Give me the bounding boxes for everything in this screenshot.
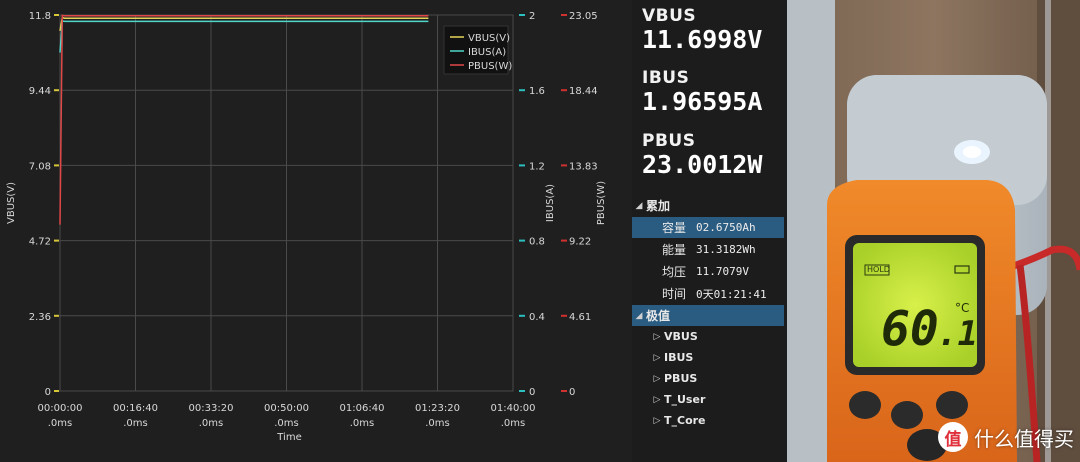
- readout-panel: VBUS 11.6998V IBUS 1.96595A PBUS 23.0012…: [632, 0, 787, 462]
- chart-panel[interactable]: 0 0 0 2.36 0.4 4.61 4.72 0.8 9.22 7.08 1.2 13.83 9.4…: [0, 0, 632, 462]
- vbus-tick-label: 2.36: [29, 312, 51, 323]
- vbus-readout: VBUS 11.6998V: [632, 6, 762, 54]
- expand-triangle-icon[interactable]: ▷: [650, 395, 664, 405]
- pbus-tick-label: 0: [569, 387, 575, 398]
- tree-item-ibus[interactable]: ▷ IBUS: [632, 347, 784, 368]
- x-tick-label: 01:23:20: [415, 403, 460, 414]
- x-tick-label: 01:06:40: [340, 403, 385, 414]
- x-tick-sublabel: .0ms: [48, 418, 73, 429]
- expand-triangle-icon[interactable]: ▷: [650, 353, 664, 363]
- x-tick-label: 00:00:00: [38, 403, 83, 414]
- x-tick-sublabel: .0ms: [350, 418, 375, 429]
- vbus-value: 11.6998V: [642, 25, 763, 54]
- collapse-triangle-icon[interactable]: ◢: [632, 311, 646, 321]
- pbus-readout: PBUS 23.0012W: [632, 131, 762, 179]
- tree-item-value: 02.6750Ah: [696, 221, 756, 234]
- tree-item-label: T_Core: [664, 414, 706, 427]
- vbus-tick-label: 9.44: [29, 86, 51, 97]
- tree-item-label: VBUS: [664, 330, 698, 343]
- pbus-tick-label: 9.22: [569, 237, 591, 248]
- ibus-tick-label: 0: [529, 387, 535, 398]
- tree-item-label: PBUS: [664, 372, 698, 385]
- chart-legend: VBUS(V) IBUS(A) PBUS(W): [443, 25, 512, 75]
- tree-item-label: T_User: [664, 393, 706, 406]
- expand-triangle-icon[interactable]: ▷: [650, 332, 664, 342]
- watermark-text: 什么值得买: [974, 426, 1074, 451]
- section-title: 极值: [646, 309, 671, 323]
- x-tick-label: 00:50:00: [264, 403, 309, 414]
- ibus-tick-label: 1.6: [529, 86, 545, 97]
- vbus-tick-label: 7.08: [29, 161, 51, 172]
- x-tick-sublabel: .0ms: [123, 418, 148, 429]
- lcd-decimal: .1: [937, 314, 978, 354]
- power-chart[interactable]: 0 0 0 2.36 0.4 4.61 4.72 0.8 9.22 7.08 1.2 13.83 9.4…: [0, 0, 632, 462]
- x-tick-sublabel: .0ms: [501, 418, 526, 429]
- thermometer-photo: HOLD 60 .1 °C 值 什么值得买: [787, 0, 1080, 462]
- pbus-value: 23.0012W: [642, 150, 763, 179]
- pbus-label: PBUS: [642, 131, 696, 151]
- tree-section-extremes[interactable]: ◢ 极值: [632, 305, 784, 326]
- axes: 0 0 0 2.36 0.4 4.61 4.72 0.8 9.22 7.08 1.2 13.83 9.4…: [6, 11, 607, 443]
- series-line-vbusv: [59, 16, 429, 32]
- pbus-tick-label: 18.44: [569, 86, 598, 97]
- x-tick-label: 01:40:00: [491, 403, 536, 414]
- tree-section-accumulate[interactable]: ◢ 累加: [632, 195, 784, 216]
- tree-item-vbus[interactable]: ▷ VBUS: [632, 326, 784, 347]
- ibus-label: IBUS: [642, 68, 690, 88]
- series-line-ibusa: [59, 20, 429, 53]
- ibus-axis-title: IBUS(A): [545, 184, 556, 222]
- vbus-axis-title: VBUS(V): [6, 182, 17, 224]
- vbus-label: VBUS: [642, 6, 697, 26]
- ibus-tick-label: 1.2: [529, 161, 545, 172]
- ibus-tick-label: 2: [529, 11, 535, 22]
- series-line-pbusw: [59, 14, 429, 225]
- pbus-tick-label: 23.05: [569, 11, 598, 22]
- ibus-value: 1.96595A: [642, 87, 763, 116]
- x-tick-label: 00:16:40: [113, 403, 158, 414]
- tree-item-label: 时间: [662, 287, 687, 301]
- legend-label: PBUS(W): [468, 61, 512, 72]
- expand-triangle-icon[interactable]: ▷: [650, 374, 664, 384]
- x-tick-sublabel: .0ms: [425, 418, 450, 429]
- tree-item-value: 0天01:21:41: [696, 287, 767, 301]
- tree-item-capacity[interactable]: 容量 02.6750Ah: [632, 217, 784, 238]
- tree-item-time[interactable]: 时间 0天01:21:41: [632, 283, 784, 304]
- tree-item-energy[interactable]: 能量 31.3182Wh: [632, 239, 784, 260]
- lcd-reading: 60: [881, 301, 939, 357]
- x-axis-title: Time: [276, 432, 301, 443]
- tree-item-t-user[interactable]: ▷ T_User: [632, 389, 784, 410]
- legend-label: IBUS(A): [468, 47, 506, 58]
- tree-item-pbus[interactable]: ▷ PBUS: [632, 368, 784, 389]
- x-tick-sublabel: .0ms: [274, 418, 299, 429]
- tree-item-t-core[interactable]: ▷ T_Core: [632, 410, 784, 431]
- vbus-tick-label: 4.72: [29, 237, 51, 248]
- legend-label: VBUS(V): [468, 33, 510, 44]
- photo-drawing: HOLD 60 .1 °C: [787, 0, 1080, 462]
- vbus-tick-label: 11.8: [29, 11, 51, 22]
- collapse-triangle-icon[interactable]: ◢: [632, 201, 646, 211]
- pbus-axis-title: PBUS(W): [596, 181, 607, 225]
- tree-item-value: 11.7079V: [696, 265, 749, 278]
- lcd-hold: HOLD: [867, 265, 890, 274]
- tree-item-label: 均压: [662, 265, 687, 279]
- series-lines: [59, 14, 429, 225]
- watermark-badge: 值: [938, 422, 968, 452]
- vbus-tick-label: 0: [45, 387, 51, 398]
- ibus-tick-label: 0.4: [529, 312, 545, 323]
- expand-triangle-icon[interactable]: ▷: [650, 416, 664, 426]
- tree-item-avg-voltage[interactable]: 均压 11.7079V: [632, 261, 784, 282]
- pbus-tick-label: 13.83: [569, 161, 598, 172]
- section-title: 累加: [646, 199, 671, 213]
- tree-item-value: 31.3182Wh: [696, 243, 756, 256]
- pbus-tick-label: 4.61: [569, 312, 591, 323]
- tree-item-label: 容量: [662, 221, 687, 235]
- tree-item-label: 能量: [662, 243, 687, 257]
- lcd-unit: °C: [955, 301, 969, 315]
- x-tick-label: 00:33:20: [189, 403, 234, 414]
- watermark: 值 什么值得买: [938, 422, 1074, 452]
- ibus-tick-label: 0.8: [529, 237, 545, 248]
- x-tick-sublabel: .0ms: [199, 418, 224, 429]
- tree-item-label: IBUS: [664, 351, 694, 364]
- ibus-readout: IBUS 1.96595A: [632, 68, 762, 116]
